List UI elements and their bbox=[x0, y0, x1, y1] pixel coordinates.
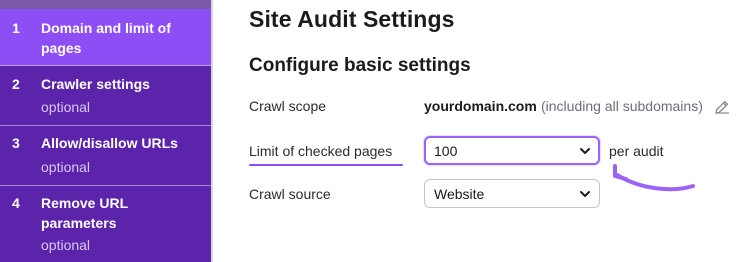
step-number: 1 bbox=[12, 20, 20, 36]
crawl-source-select-value: Website bbox=[434, 186, 485, 202]
crawl-source-label: Crawl source bbox=[249, 186, 331, 202]
sidebar-step-allow-disallow[interactable]: 3 Allow/disallow URLs optional bbox=[0, 126, 211, 186]
sidebar-divider bbox=[211, 0, 213, 262]
sidebar-step-domain[interactable]: 1 Domain and limit of pages bbox=[0, 9, 211, 66]
label-highlight-underline bbox=[249, 164, 403, 166]
step-title: Remove URL parameters bbox=[41, 195, 128, 231]
section-title: Configure basic settings bbox=[249, 55, 471, 76]
step-number: 4 bbox=[12, 195, 20, 211]
domain-note: (including all subdomains) bbox=[541, 98, 703, 114]
sidebar: 1 Domain and limit of pages 2 Crawler se… bbox=[0, 0, 211, 262]
step-title: Allow/disallow URLs bbox=[41, 135, 178, 151]
step-number: 3 bbox=[12, 135, 20, 151]
limit-label: Limit of checked pages bbox=[249, 143, 393, 159]
domain-value: yourdomain.com bbox=[424, 98, 537, 114]
chevron-down-icon bbox=[580, 148, 590, 154]
sidebar-top-strip bbox=[0, 0, 211, 9]
sidebar-step-crawler-settings[interactable]: 2 Crawler settings optional bbox=[0, 66, 211, 126]
chevron-down-icon bbox=[580, 191, 590, 197]
step-subtitle: optional bbox=[41, 99, 91, 115]
step-number: 2 bbox=[12, 76, 20, 92]
crawl-source-select[interactable]: Website bbox=[424, 179, 600, 208]
per-audit-suffix: per audit bbox=[609, 143, 664, 159]
step-subtitle: optional bbox=[41, 237, 91, 253]
page-title: Site Audit Settings bbox=[249, 6, 455, 32]
curved-arrow-icon bbox=[613, 164, 695, 192]
step-subtitle: optional bbox=[41, 159, 91, 175]
limit-select[interactable]: 100 bbox=[424, 136, 600, 165]
pencil-icon[interactable] bbox=[713, 98, 731, 116]
crawl-scope-label: Crawl scope bbox=[249, 98, 327, 114]
step-title: Crawler settings bbox=[41, 76, 150, 92]
sidebar-step-remove-url-parameters[interactable]: 4 Remove URL parameters optional bbox=[0, 186, 211, 262]
step-title: Domain and limit of pages bbox=[41, 20, 171, 56]
limit-select-value: 100 bbox=[434, 143, 458, 159]
